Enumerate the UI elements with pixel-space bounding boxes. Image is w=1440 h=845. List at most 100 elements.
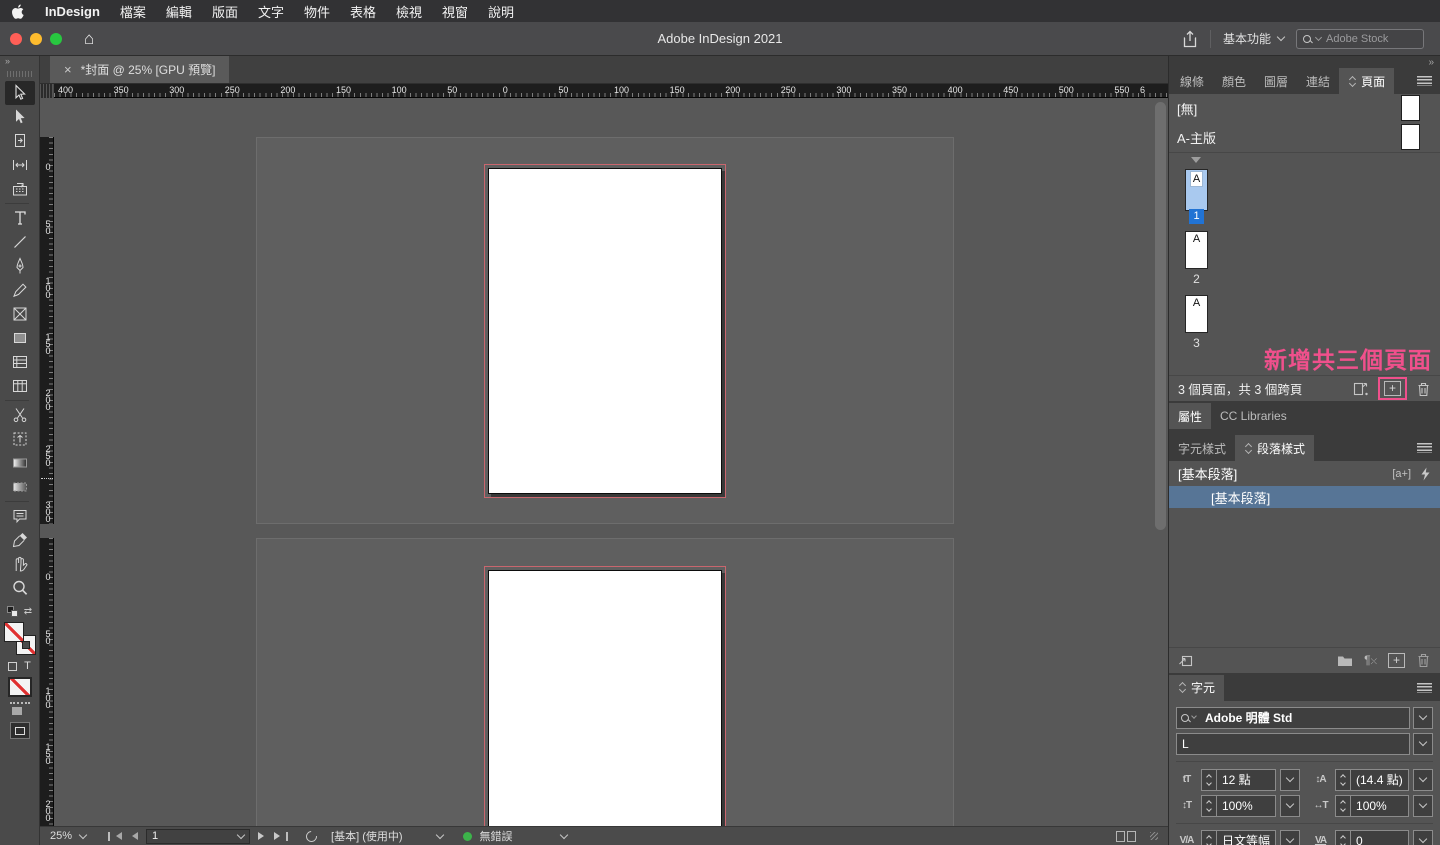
delete-page-button[interactable] [1416,381,1431,397]
pages-panel-divider[interactable] [1169,152,1440,165]
note-tool[interactable] [5,504,35,528]
new-style-group-icon[interactable] [1337,654,1353,667]
zoom-tool[interactable] [5,576,35,600]
page-thumbnail-3[interactable]: A [1185,295,1208,333]
share-icon[interactable] [1182,30,1198,48]
view-options-button[interactable] [9,702,30,717]
panel-menu-icon[interactable] [1417,443,1432,453]
collapse-panels-icon[interactable]: » [1169,56,1440,68]
home-icon[interactable]: ⌂ [84,29,94,49]
type-tool[interactable] [5,206,35,230]
scrollbar-thumb[interactable] [1155,102,1166,530]
next-page-button[interactable] [258,832,265,840]
page-2[interactable] [484,566,726,826]
pen-tool[interactable] [5,254,35,278]
menu-item[interactable]: 表格 [350,2,376,21]
stepper[interactable] [1202,769,1217,790]
adobe-stock-search-input[interactable]: Adobe Stock [1296,28,1424,49]
page-number-label[interactable]: 1 [1189,209,1204,224]
font-family-dropdown[interactable] [1413,706,1433,729]
horizontal-scale-field[interactable]: ↔T 100% [1310,794,1433,817]
menu-item[interactable]: 檔案 [120,2,146,21]
font-size-field[interactable]: tT 12 點 [1176,768,1301,791]
content-collector-tool[interactable] [5,177,35,201]
new-page-button[interactable]: + [1384,381,1401,396]
apply-none-button[interactable] [7,677,32,697]
vertical-grid-tool[interactable] [5,374,35,398]
tab-character-styles[interactable]: 字元樣式 [1169,435,1235,461]
leading-field[interactable]: ↕A (14.4 點) [1310,768,1433,791]
preflight-icon[interactable] [303,828,320,844]
font-style-select[interactable]: L [1176,732,1410,755]
workspace-switcher[interactable]: 基本功能 [1223,30,1286,47]
free-transform-tool[interactable] [5,427,35,451]
document-tab[interactable]: × *封面 @ 25% [GPU 預覽] [50,56,230,83]
lightning-icon[interactable] [1420,467,1431,481]
menu-item[interactable]: 版面 [212,2,238,21]
active-app-name[interactable]: InDesign [45,4,100,19]
panel-tab-顏色[interactable]: 顏色 [1213,68,1255,94]
apple-icon[interactable] [12,4,25,19]
master-a-thumbnail[interactable] [1401,124,1420,150]
horizontal-grid-tool[interactable] [5,350,35,374]
panel-menu-icon[interactable] [1417,76,1432,86]
eyedropper-tool[interactable] [5,528,35,552]
stepper[interactable] [1336,830,1352,845]
master-none-thumbnail[interactable] [1401,95,1420,121]
page-thumbnail-2[interactable]: A [1185,231,1208,269]
tab-cc-libraries[interactable]: CC Libraries [1211,403,1296,429]
scissors-tool[interactable] [5,403,35,427]
formatting-affects-container-icon[interactable] [8,661,18,671]
zoom-dropdown-icon[interactable] [78,830,88,839]
font-style-dropdown[interactable] [1413,732,1433,755]
font-size-dropdown[interactable] [1280,768,1301,791]
page-number-field[interactable]: 1 [146,828,251,844]
preflight-profile-select[interactable]: [基本] (使用中) [331,828,403,844]
tab-character[interactable]: 字元 [1169,674,1225,701]
stepper[interactable] [1202,795,1217,816]
horizontal-scale-dropdown[interactable] [1413,794,1433,817]
font-family-select[interactable]: Adobe 明體 Std [1176,706,1410,729]
last-page-button[interactable] [274,831,289,841]
first-page-button[interactable] [108,831,123,841]
leading-dropdown[interactable] [1413,768,1433,791]
default-fill-stroke-icon[interactable] [6,606,18,617]
gap-tool[interactable] [5,153,35,177]
fill-swatch[interactable] [3,622,24,642]
page-thumbnail-1[interactable]: A [1185,169,1208,211]
rectangle-tool[interactable] [5,326,35,350]
gradient-feather-tool[interactable] [5,475,35,499]
menu-item[interactable]: 物件 [304,2,330,21]
pencil-tool[interactable] [5,278,35,302]
ruler-origin-corner[interactable] [40,84,54,98]
panel-tab-連結[interactable]: 連結 [1297,68,1339,94]
panel-tab-線條[interactable]: 線條 [1171,68,1213,94]
stepper[interactable] [1336,769,1352,790]
direct-selection-tool[interactable] [5,105,35,129]
panel-tab-頁面[interactable]: 頁面 [1339,68,1395,94]
kerning-field[interactable]: V/A 日文等幅 [1176,829,1301,845]
vertical-ruler[interactable]: 0 50 100 150 200 250 300 0 50 100 150 200 [40,98,54,826]
previous-page-button[interactable] [132,832,139,840]
kerning-dropdown[interactable] [1280,829,1301,845]
page-tool[interactable] [5,129,35,153]
error-dropdown-icon[interactable] [559,830,568,839]
zoom-level-select[interactable]: 25% [50,830,72,842]
menu-item[interactable]: 文字 [258,2,284,21]
formatting-affects-text-icon[interactable]: T [24,660,31,672]
screen-mode-button[interactable] [9,722,30,739]
stepper[interactable] [1202,830,1217,845]
page-1[interactable] [484,164,726,498]
tab-paragraph-styles[interactable]: 段落樣式 [1235,435,1315,461]
menu-item[interactable]: 編輯 [166,2,192,21]
selection-tool[interactable] [4,81,35,105]
stepper[interactable] [1336,795,1352,816]
menu-item[interactable]: 說明 [488,2,514,21]
swap-fill-stroke-icon[interactable]: ⇄ [24,606,32,617]
edit-page-size-icon[interactable] [1352,381,1369,397]
menu-item[interactable]: 檢視 [396,2,422,21]
menu-item[interactable]: 視窗 [442,2,468,21]
canvas[interactable]: 0 50 100 150 200 250 300 0 50 100 150 200 [40,98,1168,826]
style-list-empty-area[interactable] [1169,508,1440,647]
page-number-label[interactable]: 3 [1185,336,1208,350]
